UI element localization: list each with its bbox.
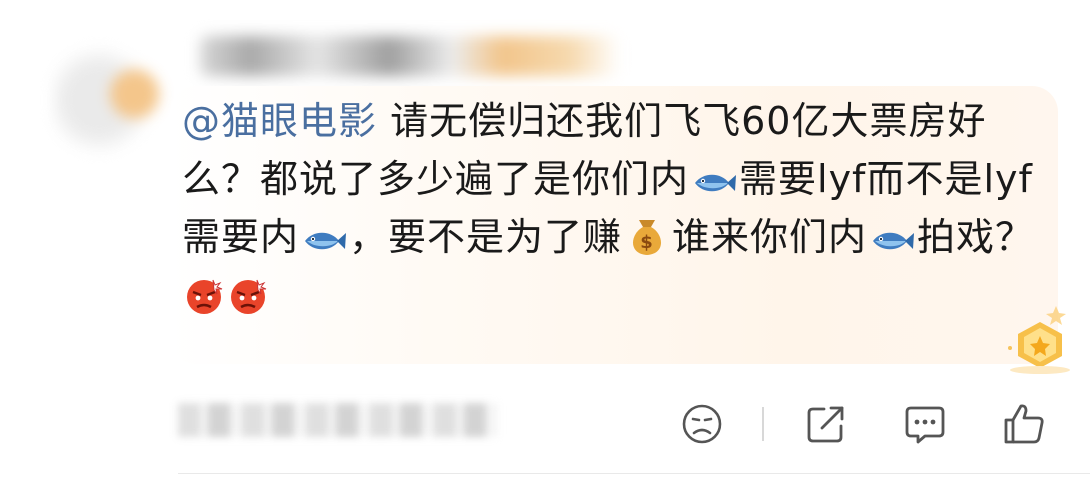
svg-text:$: $ (640, 232, 654, 253)
angry-face-emoji (231, 279, 267, 314)
comment-icon (905, 406, 945, 444)
share-icon (807, 406, 844, 443)
comment-text: @猫眼电影 请无偿归还我们飞飞60亿大票房好么？都说了多少遍了是你们内 需要ly… (182, 92, 1052, 324)
post-meta (178, 403, 498, 437)
angry-face-emoji (187, 279, 223, 314)
mention-link[interactable]: @猫眼电影 (182, 99, 377, 143)
comment-segment-3: ，要不是为了赚 (349, 215, 623, 259)
comment-segment-4: 谁来你们内 (672, 215, 868, 259)
money-bag-emoji: $ (633, 220, 662, 255)
comment-segment-5: 拍戏？ (917, 215, 1035, 259)
like-button[interactable] (1002, 402, 1046, 446)
thumbs-up-icon (1004, 404, 1044, 444)
fish-emoji (873, 232, 915, 250)
author-avatar[interactable] (52, 40, 170, 160)
fan-badge-icon (1008, 306, 1070, 374)
share-button[interactable] (804, 402, 848, 446)
dislike-button[interactable] (680, 402, 724, 446)
bottom-divider (178, 473, 1090, 474)
sad-face-icon (682, 404, 722, 444)
fish-emoji (305, 232, 347, 250)
action-divider (762, 407, 764, 441)
comment-button[interactable] (903, 402, 947, 446)
author-name[interactable] (200, 36, 620, 76)
fish-emoji (695, 174, 737, 192)
